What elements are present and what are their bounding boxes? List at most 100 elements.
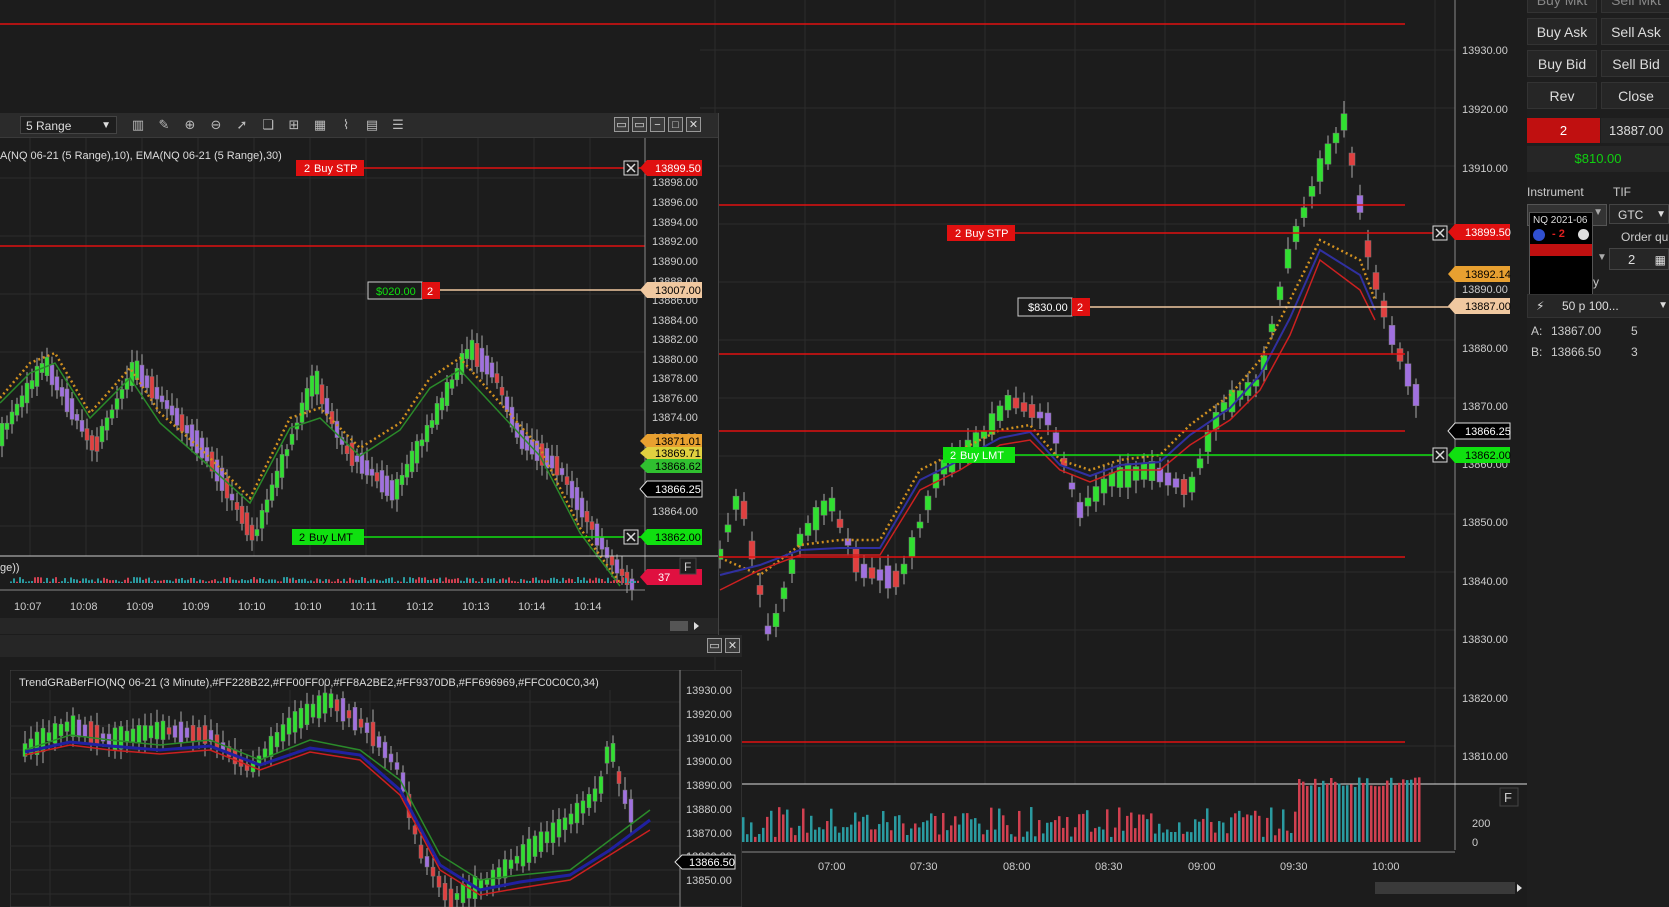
order-qty-input[interactable]: 2 ▦ — [1609, 248, 1669, 270]
lt-time-tick: 10:14 — [518, 601, 546, 613]
volume-bar — [770, 810, 773, 842]
volume-bar — [1342, 785, 1345, 842]
left-bottom-close-icon[interactable]: ✕ — [725, 638, 740, 653]
volume-bar — [178, 578, 180, 583]
main-f-button[interactable]: F — [1499, 787, 1519, 807]
volume-bar — [211, 580, 213, 583]
candle-body — [1044, 412, 1052, 426]
main-stop-cancel-icon[interactable] — [1432, 225, 1448, 241]
buy-ask-button[interactable]: Buy Ask — [1527, 18, 1597, 45]
volume-bar — [1350, 784, 1353, 842]
sell-mkt-button[interactable]: Sell Mkt — [1601, 0, 1669, 13]
candle-body — [836, 518, 844, 528]
candle-body — [804, 522, 812, 536]
volume-bar — [930, 813, 933, 842]
tif-select[interactable]: GTC ▼ — [1609, 204, 1669, 224]
volume-bar — [1026, 831, 1029, 842]
candle-body — [1164, 472, 1172, 486]
lt-stop-cancel-icon[interactable] — [623, 160, 639, 176]
main-price-tick: 13930.00 — [1462, 45, 1508, 57]
main-stop-order[interactable]: 2 Buy STP — [947, 225, 1015, 241]
strategy-icon[interactable]: ▦ — [311, 116, 329, 134]
candle-body — [538, 831, 544, 852]
close-icon[interactable]: ✕ — [686, 117, 701, 132]
sell-bid-button[interactable]: Sell Bid — [1601, 50, 1669, 77]
volume-bar — [1150, 813, 1153, 842]
list-icon[interactable]: ☰ — [389, 116, 407, 134]
reverse-button[interactable]: Rev — [1527, 82, 1597, 109]
volume-bar — [958, 824, 961, 842]
template-icon[interactable]: ⊞ — [285, 116, 303, 134]
volume-bar — [139, 577, 141, 583]
main-position-marker[interactable]: $830.00 2 — [1017, 297, 1090, 317]
volume-bar — [1234, 813, 1237, 842]
volume-bar — [472, 578, 474, 583]
left-top-chart[interactable]: A(NQ 06-21 (5 Range),10), EMA(NQ 06-21 (… — [0, 138, 718, 635]
properties-icon[interactable]: ▤ — [363, 116, 381, 134]
main-limit-order[interactable]: 2 Buy LMT — [943, 447, 1015, 463]
candle-body — [908, 537, 916, 557]
settings-gear-icon[interactable] — [1578, 229, 1589, 240]
candle-body — [164, 399, 170, 410]
volume-bar — [586, 580, 588, 583]
volume-bar — [598, 578, 600, 583]
keypad-icon[interactable]: ▦ — [1655, 249, 1666, 271]
candle-body — [94, 724, 100, 746]
volume-bar — [187, 579, 189, 583]
svg-text:13866.50: 13866.50 — [689, 857, 735, 869]
left-bottom-chart[interactable]: TrendGRaBerFIO(NQ 06-21 (3 Minute),#FF22… — [10, 670, 742, 907]
zoom-out-icon[interactable]: ⊖ — [207, 116, 225, 134]
left-top-position-marker[interactable]: $020.00 2 — [367, 281, 440, 300]
buy-mkt-button[interactable]: Buy Mkt — [1527, 0, 1597, 13]
left-bottom-tile-icon[interactable]: ▭ — [707, 638, 722, 653]
volume-bar — [1238, 810, 1241, 842]
candle-body — [159, 395, 165, 403]
left-top-stop-order[interactable]: 2 Buy STP — [296, 160, 364, 176]
volume-bar — [427, 580, 429, 583]
candle-body — [19, 395, 25, 408]
main-time-tick: 09:30 — [1280, 861, 1308, 873]
buy-bid-button[interactable]: Buy Bid — [1527, 50, 1597, 77]
volume-bar — [806, 832, 809, 842]
copy-icon[interactable]: ❏ — [259, 116, 277, 134]
candle-body — [424, 856, 430, 868]
zoom-in-icon[interactable]: ⊕ — [181, 116, 199, 134]
svg-text:F: F — [684, 560, 691, 574]
volume-bar — [556, 579, 558, 583]
volume-bar — [1386, 780, 1389, 842]
main-limit-cancel-icon[interactable] — [1432, 447, 1448, 463]
drawing-tool-icon[interactable]: ✎ — [155, 116, 173, 134]
minimize-icon[interactable]: − — [650, 117, 665, 132]
left-top-limit-order[interactable]: 2 Buy LMT — [292, 529, 364, 545]
close-position-button[interactable]: Close — [1601, 82, 1669, 109]
bar-type-icon[interactable]: ▥ — [129, 116, 147, 134]
tile-alt-icon[interactable]: ▭ — [632, 117, 647, 132]
volume-bar — [914, 823, 917, 842]
lt-f-button[interactable]: F — [679, 557, 697, 575]
volume-bar — [890, 830, 893, 842]
lt-scrollbar[interactable] — [670, 621, 688, 631]
range-select[interactable]: 5 Range ▼ — [20, 116, 117, 134]
candle-body — [828, 497, 836, 512]
tile-icon[interactable]: ▭ — [614, 117, 629, 132]
atm-strategy-select[interactable]: ⚡ 50 p 100... ▼ — [1527, 294, 1669, 318]
indicator-icon[interactable]: ⌇ — [337, 116, 355, 134]
lt-limit-cancel-icon[interactable] — [623, 529, 639, 545]
candle-body — [319, 384, 325, 405]
sell-ask-button[interactable]: Sell Ask — [1601, 18, 1669, 45]
volume-bar — [145, 578, 147, 583]
volume-bar — [157, 580, 159, 583]
pointer-icon[interactable]: ➚ — [233, 116, 251, 134]
volume-bar — [166, 579, 168, 583]
volume-bar — [475, 581, 477, 583]
volume-bar — [830, 808, 833, 842]
candle-body — [324, 397, 330, 415]
candle-body — [328, 693, 334, 709]
candle-body — [554, 456, 560, 476]
main-time-tick: 07:30 — [910, 861, 938, 873]
candle-body — [520, 844, 526, 867]
main-scrollbar[interactable] — [1375, 882, 1515, 894]
candle-body — [178, 721, 184, 743]
candle-body — [1180, 479, 1188, 495]
maximize-icon[interactable]: □ — [668, 117, 683, 132]
